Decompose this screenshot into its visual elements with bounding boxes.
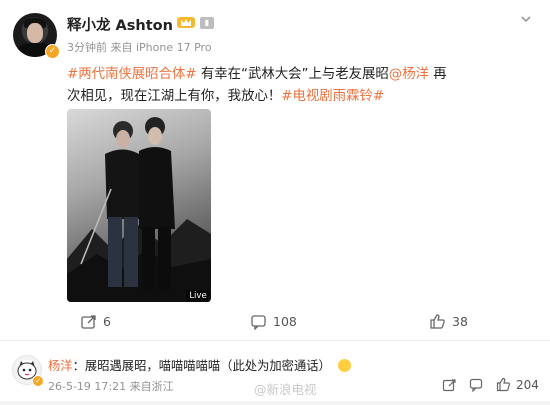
hashtag-link[interactable]: #两代南侠展昭合体# (67, 67, 197, 82)
comment-count: 108 (273, 314, 297, 329)
comment-button[interactable]: 108 (250, 313, 297, 330)
hashtag-link[interactable]: #电视剧雨霖铃# (281, 89, 384, 104)
verified-badge-icon: ✓ (32, 375, 44, 387)
mention-link[interactable]: @杨洋 (389, 67, 429, 82)
divider (0, 340, 550, 341)
emoji-icon (337, 359, 351, 372)
like-count: 38 (452, 314, 468, 329)
comment-text: 杨洋：展昭遇展昭，喵喵喵喵喵（此处为加密通话） (48, 356, 351, 374)
live-badge: Live (186, 290, 210, 302)
comment-reply-button[interactable] (442, 377, 457, 392)
comment-like-count: 204 (516, 377, 539, 392)
repost-icon (442, 379, 456, 392)
post-username[interactable]: 释小龙 Ashton (67, 14, 173, 35)
like-button[interactable]: 38 (429, 313, 468, 330)
vip-crown-icon (177, 17, 195, 28)
post-text: #两代南侠展昭合体# 有幸在“武林大会”上与老友展昭@杨洋 再次相见，现在江湖上… (67, 64, 452, 108)
comment-meta: 26-5-19 17:21 来自浙江 (48, 380, 174, 393)
comment-like-button[interactable]: 204 (496, 377, 539, 392)
like-icon (496, 377, 510, 392)
repost-button[interactable]: 6 (80, 313, 111, 330)
comment-icon (469, 378, 483, 392)
comment-comment-button[interactable] (469, 377, 484, 392)
watermark: @新浪电视 (254, 382, 317, 397)
commenter-name[interactable]: 杨洋 (48, 359, 73, 373)
level-badge-icon: ▮ (200, 17, 214, 29)
verified-badge-icon: ✓ (45, 44, 60, 59)
like-icon (430, 314, 445, 329)
repost-icon (81, 315, 96, 329)
post-image-illustration (67, 117, 211, 302)
comment-icon (251, 315, 266, 330)
post-image[interactable] (67, 109, 211, 302)
next-comment-fade (0, 401, 550, 405)
comment-body: ：展昭遇展昭，喵喵喵喵喵（此处为加密通话） (72, 359, 331, 373)
chevron-down-icon[interactable] (519, 12, 533, 26)
repost-count: 6 (103, 314, 111, 329)
post-text-segment: 有幸在“武林大会”上与老友展昭 (196, 67, 389, 82)
post-meta: 3分钟前 来自 iPhone 17 Pro (67, 41, 212, 54)
